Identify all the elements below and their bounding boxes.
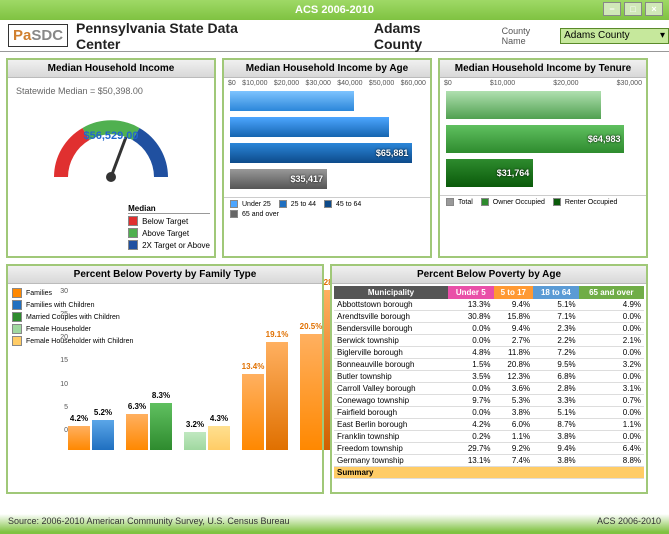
hbar-chart: $64,983 $31,764 xyxy=(440,89,646,195)
table-row: Abbottstown borough13.3%9.4%5.1%4.9% xyxy=(334,299,644,311)
close-button[interactable]: × xyxy=(645,2,663,16)
table-row: Franklin township0.2%1.1%3.8%0.0% xyxy=(334,431,644,443)
footer: Source: 2006-2010 American Community Sur… xyxy=(0,514,669,532)
table-row: Carroll Valley borough0.0%3.6%2.8%3.1% xyxy=(334,383,644,395)
footer-right: ACS 2006-2010 xyxy=(597,516,661,530)
gauge-chart: $56,529.00 xyxy=(46,102,176,192)
col-muni: Municipality xyxy=(334,286,448,299)
table-row: Bendersville borough0.0%9.4%2.3%0.0% xyxy=(334,323,644,335)
panel-title: Percent Below Poverty by Family Type xyxy=(8,266,322,284)
panel-title: Median Household Income xyxy=(8,60,214,78)
panel-title: Median Household Income by Age xyxy=(224,60,430,78)
maximize-button[interactable]: □ xyxy=(624,2,642,16)
x-axis: $0$10,000$20,000$30,000 xyxy=(440,78,646,89)
source-text: Source: 2006-2010 American Community Sur… xyxy=(8,516,289,530)
county-title: Adams County xyxy=(374,20,472,52)
col-under5: Under 5 xyxy=(448,286,494,299)
gauge-legend: Median Below Target Above Target 2X Targ… xyxy=(128,204,210,252)
table-row: Butler township3.5%12.3%6.8%0.0% xyxy=(334,371,644,383)
table-row: Conewago township9.7%5.3%3.3%0.7% xyxy=(334,395,644,407)
header: PaSDC Pennsylvania State Data Center Ada… xyxy=(0,20,669,52)
panel-gauge: Median Household Income Statewide Median… xyxy=(6,58,216,258)
x-axis: $0$10,000$20,000$30,000$40,000$50,000$60… xyxy=(224,78,430,89)
panel-income-age: Median Household Income by Age $0$10,000… xyxy=(222,58,432,258)
panel-title: Median Household Income by Tenure xyxy=(440,60,646,78)
summary-row: Summary xyxy=(334,467,644,479)
col-5-17: 5 to 17 xyxy=(494,286,534,299)
table-row: Biglerville borough4.8%11.8%7.2%0.0% xyxy=(334,347,644,359)
state-median: Statewide Median = $50,398.00 xyxy=(16,86,210,96)
gauge-value: $56,529.00 xyxy=(46,130,176,142)
table-row: Fairfield borough0.0%3.8%5.1%0.0% xyxy=(334,407,644,419)
logo: PaSDC xyxy=(8,24,68,47)
app-title: ACS 2006-2010 xyxy=(295,4,374,16)
titlebar: ACS 2006-2010 − □ × xyxy=(0,0,669,20)
poverty-table: Municipality Under 5 5 to 17 18 to 64 65… xyxy=(334,286,644,479)
county-name-label: County Name xyxy=(502,26,556,46)
panel-poverty-age: Percent Below Poverty by Age Municipalit… xyxy=(330,264,648,494)
county-dropdown[interactable]: Adams County▾ xyxy=(560,28,669,44)
minimize-button[interactable]: − xyxy=(603,2,621,16)
vbar-chart: Families Families with Children Married … xyxy=(8,284,322,454)
table-row: East Berlin borough4.2%6.0%8.7%1.1% xyxy=(334,419,644,431)
table-row: Berwick township0.0%2.7%2.2%2.1% xyxy=(334,335,644,347)
panel-income-tenure: Median Household Income by Tenure $0$10,… xyxy=(438,58,648,258)
table-row: Arendtsville borough30.8%15.8%7.1%0.0% xyxy=(334,311,644,323)
table-row: Germany township13.1%7.4%3.8%8.8% xyxy=(334,455,644,467)
legend: Total Owner Occupied Renter Occupied xyxy=(440,195,646,210)
col-18-64: 18 to 64 xyxy=(533,286,579,299)
legend: Families Families with Children Married … xyxy=(12,288,133,348)
org-name: Pennsylvania State Data Center xyxy=(76,20,284,52)
col-65: 65 and over xyxy=(579,286,644,299)
table-row: Freedom township29.7%9.2%9.4%6.4% xyxy=(334,443,644,455)
hbar-chart: $65,881 $35,417 xyxy=(224,89,430,197)
table-row: Bonneauville borough1.5%20.8%9.5%3.2% xyxy=(334,359,644,371)
chevron-down-icon: ▾ xyxy=(660,30,665,41)
panel-title: Percent Below Poverty by Age xyxy=(332,266,646,284)
legend: Under 25 25 to 44 45 to 64 65 and over xyxy=(224,197,430,222)
panel-poverty-family: Percent Below Poverty by Family Type Fam… xyxy=(6,264,324,494)
